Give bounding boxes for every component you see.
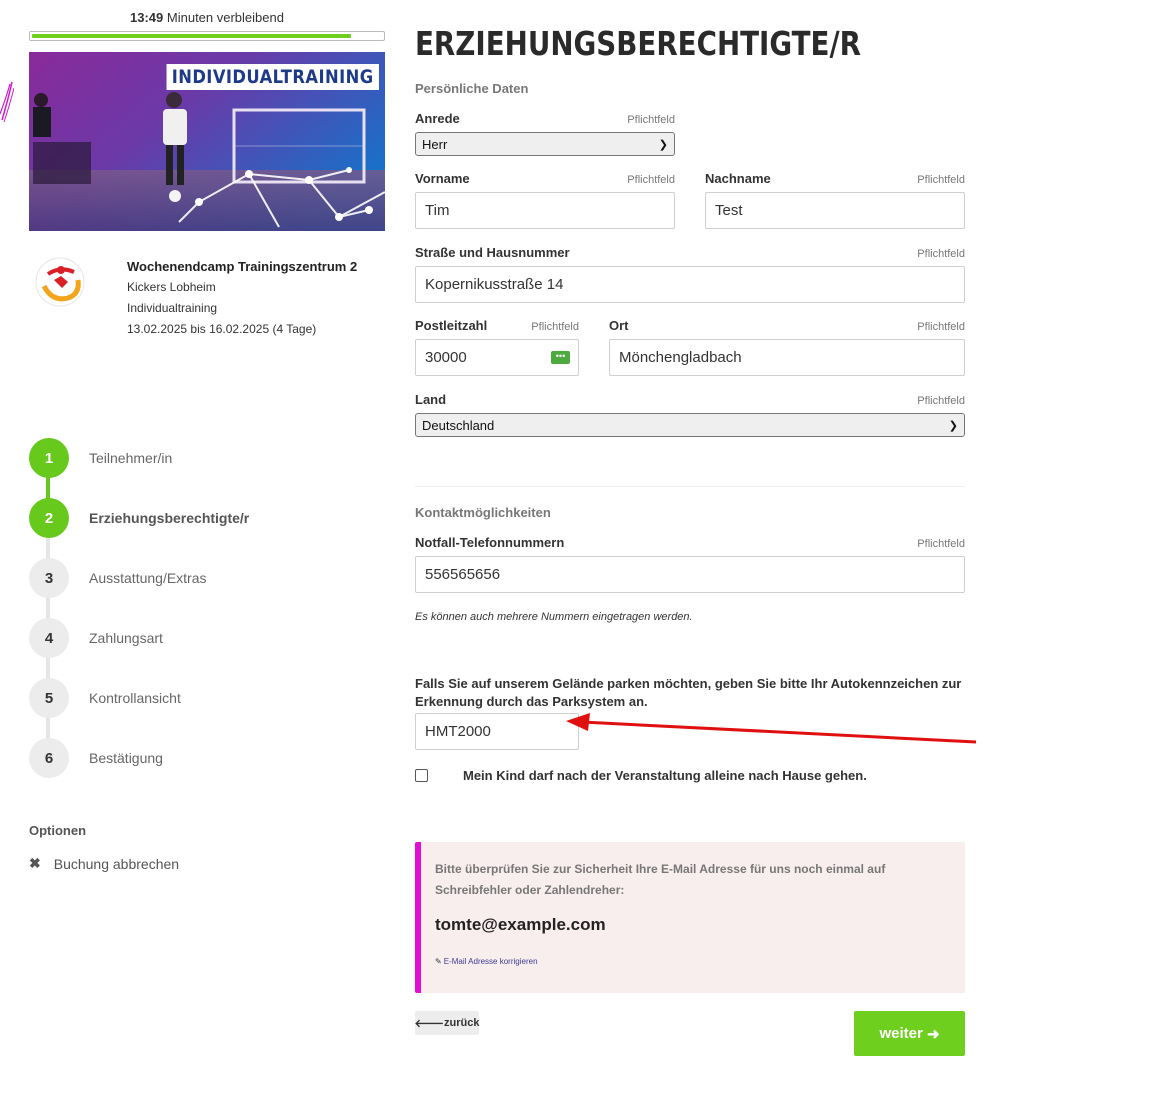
email-verification-box: Bitte überprüfen Sie zur Sicherheit Ihre…: [415, 842, 965, 993]
required-note: Pflichtfeld: [917, 395, 965, 407]
timer-value: 13:49: [130, 10, 164, 25]
timer-suffix: Minuten verbleibend: [166, 10, 284, 25]
event-club: Kickers Lobheim: [127, 280, 216, 294]
next-button[interactable]: weiter ➜: [854, 1011, 965, 1056]
required-note: Pflichtfeld: [627, 114, 675, 126]
phone-label: Notfall-Telefonnummern: [415, 535, 565, 550]
step-number: 3: [29, 558, 69, 598]
required-note: Pflichtfeld: [917, 248, 965, 260]
time-remaining: 13:49 Minuten verbleibend: [29, 10, 385, 25]
email-check-text: Bitte überprüfen Sie zur Sicherheit Ihre…: [435, 862, 886, 897]
step-label: Kontrollansicht: [89, 690, 181, 706]
required-note: Pflichtfeld: [917, 174, 965, 186]
decorative-swoosh-icon: [0, 81, 14, 123]
step-review: 5 Kontrollansicht: [29, 678, 389, 718]
step-guardian[interactable]: 2 Erziehungsberechtigte/r: [29, 498, 389, 538]
lastname-input[interactable]: Test: [705, 192, 965, 229]
required-note: Pflichtfeld: [917, 321, 965, 333]
country-field: Land Pflichtfeld Deutschland ❯: [415, 392, 965, 437]
alone-home-checkbox-row[interactable]: Mein Kind darf nach der Veranstaltung al…: [415, 768, 867, 783]
step-label: Ausstattung/Extras: [89, 570, 207, 586]
salutation-field: Anrede Pflichtfeld Herr ❯: [415, 111, 675, 156]
alone-home-checkbox[interactable]: [415, 769, 428, 782]
email-address: tomte@example.com: [435, 915, 606, 934]
step-label: Erziehungsberechtigte/r: [89, 510, 250, 526]
club-logo: [35, 257, 85, 307]
arrow-right-icon: ➜: [926, 1025, 940, 1043]
autofill-icon[interactable]: •••: [551, 351, 570, 364]
event-type: Individualtraining: [127, 301, 218, 315]
firstname-label: Vorname: [415, 171, 470, 186]
zip-label: Postleitzahl: [415, 318, 488, 333]
parking-text: Falls Sie auf unserem Gelände parken möc…: [415, 676, 962, 709]
back-button[interactable]: 🡐 zurück: [415, 1011, 479, 1035]
cancel-booking-label: Buchung abbrechen: [53, 855, 180, 872]
phone-field: Notfall-Telefonnummern Pflichtfeld 55656…: [415, 535, 965, 593]
country-label: Land: [415, 392, 447, 407]
street-input[interactable]: Kopernikusstraße 14: [415, 266, 965, 303]
city-input[interactable]: Mönchengladbach: [609, 339, 965, 376]
section-divider: [415, 486, 965, 487]
required-note: Pflichtfeld: [531, 321, 579, 333]
chevron-down-icon: ❯: [658, 138, 668, 151]
country-value: Deutschland: [422, 417, 495, 433]
cancel-booking-link[interactable]: ✖ Buchung abbrechen: [29, 855, 179, 872]
lastname-label: Nachname: [705, 171, 771, 186]
street-field: Straße und Hausnummer Pflichtfeld Kopern…: [415, 245, 965, 303]
step-label: Teilnehmer/in: [89, 450, 173, 466]
phone-input[interactable]: 556565656: [415, 556, 965, 593]
time-progress-fill: [32, 34, 351, 38]
event-title: Wochenendcamp Trainingszentrum 2: [127, 259, 358, 274]
step-number: 2: [29, 498, 69, 538]
step-number: 1: [29, 438, 69, 478]
required-note: Pflichtfeld: [627, 174, 675, 186]
required-note: Pflichtfeld: [917, 538, 965, 550]
red-annotation-arrow-icon: [566, 713, 977, 744]
event-hero-image: INDIVIDUALTRAINING: [29, 52, 385, 231]
city-label: Ort: [609, 318, 629, 333]
section-personal-data: Persönliche Daten: [415, 81, 529, 96]
step-label: Bestätigung: [89, 750, 163, 766]
city-field: Ort Pflichtfeld Mönchengladbach: [609, 318, 965, 376]
event-info: Wochenendcamp Trainingszentrum 2 Kickers…: [127, 256, 357, 340]
options-title: Optionen: [29, 823, 87, 838]
event-dates: 13.02.2025 bis 16.02.2025 (4 Tage): [127, 322, 317, 336]
section-contact: Kontaktmöglichkeiten: [415, 505, 551, 520]
country-select[interactable]: Deutschland ❯: [415, 413, 965, 437]
street-label: Straße und Hausnummer: [415, 245, 570, 260]
step-confirmation: 6 Bestätigung: [29, 738, 389, 778]
step-equipment: 3 Ausstattung/Extras: [29, 558, 389, 598]
hero-label: INDIVIDUALTRAINING: [166, 64, 379, 90]
phone-hint: Es können auch mehrere Nummern eingetrag…: [415, 611, 693, 623]
firstname-field: Vorname Pflichtfeld Tim: [415, 171, 675, 229]
back-label: zurück: [444, 1017, 480, 1029]
license-plate-input[interactable]: HMT2000: [415, 713, 579, 750]
salutation-value: Herr: [422, 136, 448, 152]
correct-email-label: E-Mail Adresse korrigieren: [443, 957, 538, 966]
zip-field: Postleitzahl Pflichtfeld 30000 •••: [415, 318, 579, 376]
correct-email-link[interactable]: ✎ E-Mail Adresse korrigieren: [435, 957, 951, 966]
next-label: weiter: [879, 1025, 923, 1042]
page-title: ERZIEHUNGSBERECHTIGTE/R: [415, 24, 861, 63]
salutation-select[interactable]: Herr ❯: [415, 132, 675, 156]
step-number: 6: [29, 738, 69, 778]
step-label: Zahlungsart: [89, 630, 163, 646]
step-number: 5: [29, 678, 69, 718]
alone-home-label: Mein Kind darf nach der Veranstaltung al…: [463, 768, 867, 783]
step-payment: 4 Zahlungsart: [29, 618, 389, 658]
lastname-field: Nachname Pflichtfeld Test: [705, 171, 965, 229]
zip-input[interactable]: 30000 •••: [415, 339, 579, 376]
pencil-icon: ✎: [435, 957, 442, 966]
firstname-input[interactable]: Tim: [415, 192, 675, 229]
zip-value: 30000: [425, 349, 467, 366]
arrow-left-icon: 🡐: [414, 1018, 445, 1030]
step-number: 4: [29, 618, 69, 658]
step-participant[interactable]: 1 Teilnehmer/in: [29, 438, 389, 478]
close-icon: ✖: [29, 855, 41, 871]
time-progress-bar: [29, 31, 385, 41]
salutation-label: Anrede: [415, 111, 460, 126]
chevron-down-icon: ❯: [948, 419, 958, 432]
